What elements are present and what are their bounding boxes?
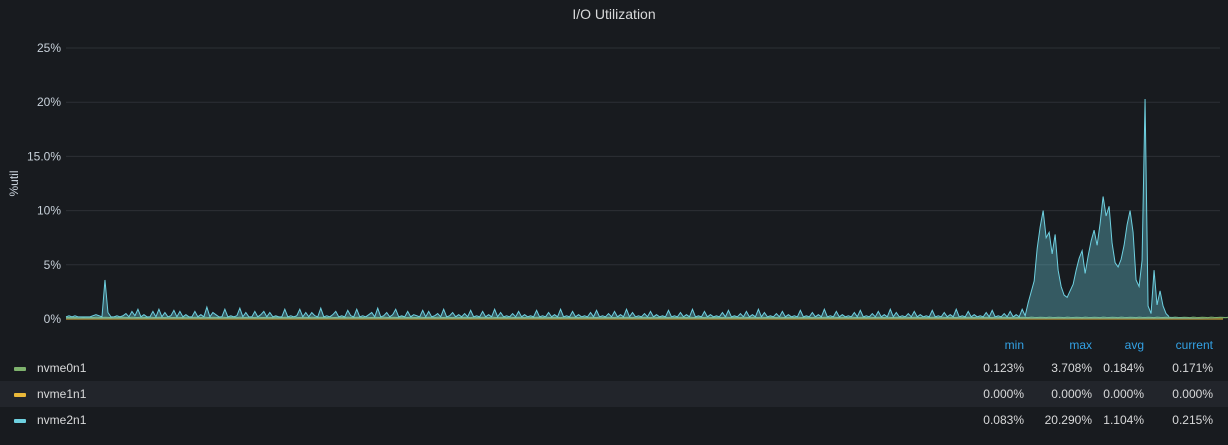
y-tick-label: 0% bbox=[44, 312, 62, 326]
chart-svg: 0% 5% 10% 15.0% 20% 25% %util bbox=[7, 41, 1228, 326]
legend-header-current[interactable]: current bbox=[1133, 338, 1213, 352]
chart: 0% 5% 10% 15.0% 20% 25% %util bbox=[0, 30, 1228, 330]
legend-value-avg: 0.184% bbox=[1103, 361, 1144, 375]
y-axis-label: %util bbox=[7, 170, 21, 196]
legend-swatch bbox=[14, 367, 26, 371]
legend-swatch bbox=[14, 419, 26, 423]
panel-title: I/O Utilization bbox=[572, 6, 656, 22]
legend-series-name[interactable]: nvme0n1 bbox=[37, 361, 86, 375]
y-tick-label: 15.0% bbox=[27, 149, 61, 163]
legend-value-current: 0.171% bbox=[1172, 361, 1213, 375]
legend-swatch bbox=[14, 393, 26, 397]
legend-header: min max avg current bbox=[0, 338, 1228, 354]
legend-value-avg: 1.104% bbox=[1103, 413, 1144, 427]
legend-row-nvme2n1[interactable]: nvme2n1 0.083% 20.290% 1.104% 0.215% bbox=[0, 407, 1228, 433]
legend-value-current: 0.000% bbox=[1172, 387, 1213, 401]
legend-header-avg[interactable]: avg bbox=[1064, 338, 1144, 352]
y-tick-label: 5% bbox=[44, 258, 62, 272]
legend-row-nvme1n1[interactable]: nvme1n1 0.000% 0.000% 0.000% 0.000% bbox=[0, 381, 1228, 407]
legend-value-current: 0.215% bbox=[1172, 413, 1213, 427]
y-tick-label: 20% bbox=[37, 95, 61, 109]
series-area-nvme2n1 bbox=[66, 99, 1220, 319]
legend-series-name[interactable]: nvme2n1 bbox=[37, 413, 86, 427]
legend-row-nvme0n1[interactable]: nvme0n1 0.123% 3.708% 0.184% 0.171% bbox=[0, 355, 1228, 381]
y-tick-label: 10% bbox=[37, 204, 61, 218]
series-line-nvme2n1 bbox=[65, 99, 1170, 318]
legend-value-avg: 0.000% bbox=[1103, 387, 1144, 401]
y-tick-label: 25% bbox=[37, 41, 61, 55]
legend-series-name[interactable]: nvme1n1 bbox=[37, 387, 86, 401]
